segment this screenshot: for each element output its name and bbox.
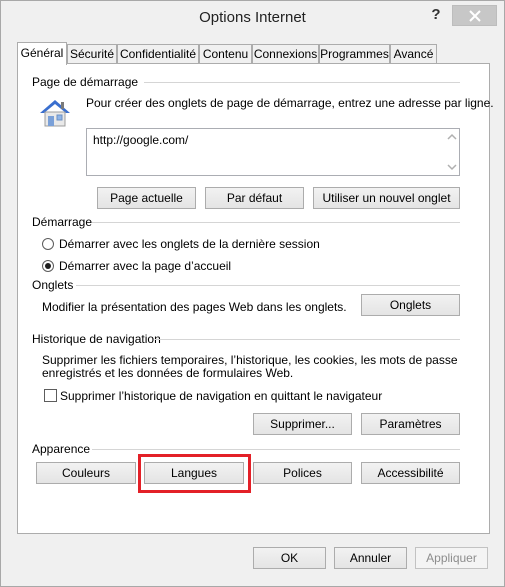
homepage-url-field[interactable]: http://google.com/ [86,128,460,176]
close-icon [469,10,481,22]
tabs-settings-button[interactable]: Onglets [361,294,460,316]
radio-homepage-label: Démarrer avec la page d’accueil [59,259,232,273]
tab-advanced[interactable]: Avancé [390,44,437,64]
scroll-down-icon[interactable] [447,163,457,171]
ok-button[interactable]: OK [253,547,326,569]
general-tab-panel: Page de démarrage Pour créer des onglets… [17,63,494,534]
languages-button[interactable]: Langues [144,462,244,484]
close-button[interactable] [452,5,497,26]
cancel-button[interactable]: Annuler [334,547,407,569]
fonts-button[interactable]: Polices [253,462,352,484]
tabs-group-title: Onglets [32,278,74,292]
scroll-up-icon[interactable] [447,133,457,141]
use-default-button[interactable]: Par défaut [205,187,304,209]
delete-on-exit-option[interactable]: Supprimer l’historique de navigation en … [44,388,464,404]
tab-content[interactable]: Contenu [199,44,252,64]
history-separator [155,339,460,340]
homepage-description: Pour créer des onglets de page de démarr… [86,96,494,110]
delete-on-exit-checkbox[interactable] [44,389,57,402]
startup-option-last-session[interactable]: Démarrer avec les onglets de la dernière… [42,236,462,252]
delete-on-exit-label: Supprimer l’historique de navigation en … [60,389,383,403]
history-group-title: Historique de navigation [32,332,161,346]
homepage-group-title: Page de démarrage [32,75,139,89]
radio-last-session[interactable] [42,238,54,250]
use-current-button[interactable]: Page actuelle [97,187,196,209]
tabs-description: Modifier la présentation des pages Web d… [42,300,347,314]
tab-connections[interactable]: Connexions [252,44,319,64]
history-description-line1: Supprimer les fichiers temporaires, l’hi… [42,353,458,367]
homepage-separator [144,82,460,83]
radio-selected-dot [45,263,51,269]
help-button[interactable]: ? [425,6,447,26]
homepage-url-value: http://google.com/ [93,133,189,147]
apply-button[interactable]: Appliquer [415,547,488,569]
tabs-separator [76,285,460,286]
history-settings-button[interactable]: Paramètres [361,413,460,435]
tab-security[interactable]: Sécurité [67,44,117,64]
options-internet-dialog: Options Internet ? Général Sécurité Conf… [0,0,505,587]
tab-programs[interactable]: Programmes [319,44,390,64]
radio-last-session-label: Démarrer avec les onglets de la dernière… [59,237,320,251]
startup-group-title: Démarrage [32,215,93,229]
appearance-group-title: Apparence [32,442,91,456]
startup-separator [92,222,460,223]
startup-option-homepage[interactable]: Démarrer avec la page d’accueil [42,258,462,274]
tab-privacy[interactable]: Confidentialité [117,44,199,64]
tab-general[interactable]: Général [17,42,67,65]
history-description-line2: enregistrés et les données de formulaire… [42,366,294,380]
use-new-tab-button[interactable]: Utiliser un nouvel onglet [313,187,460,209]
colors-button[interactable]: Couleurs [36,462,136,484]
appearance-separator [92,449,460,450]
accessibility-button[interactable]: Accessibilité [361,462,460,484]
radio-homepage[interactable] [42,260,54,272]
house-icon [38,98,72,128]
title-bar: Options Internet ? [1,1,504,35]
delete-history-button[interactable]: Supprimer... [253,413,352,435]
